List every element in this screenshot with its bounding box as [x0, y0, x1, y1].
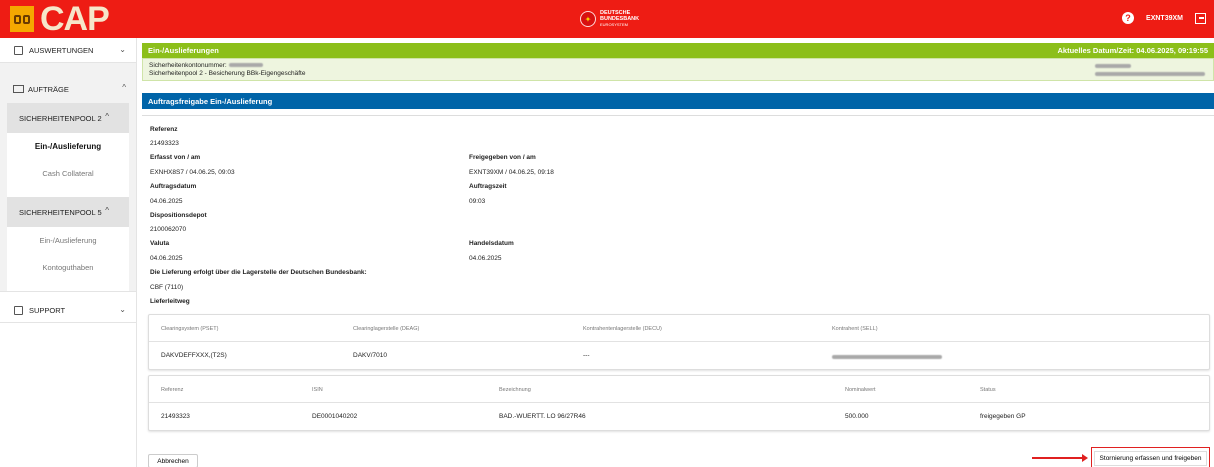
help-icon[interactable]: ?	[1122, 12, 1135, 24]
cap-logo-icon	[10, 6, 34, 32]
col-decu: Kontrahentenlagerstelle (DECU)	[583, 326, 662, 332]
lieferleitweg-label: Lieferleitweg	[150, 298, 190, 305]
col-isin: ISIN	[312, 387, 323, 393]
nav-auswertungen-label: AUSWERTUNGEN	[29, 45, 94, 55]
main-content: Ein-/Auslieferungen Aktuelles Datum/Zeit…	[142, 43, 1214, 467]
current-datetime: Aktuelles Datum/Zeit: 04.06.2025, 09:19:…	[1057, 46, 1209, 55]
col-deag: Clearinglagerstelle (DEAG)	[353, 326, 420, 332]
subsection-title: Auftragsfreigabe Ein-/Auslieferung	[148, 96, 273, 106]
cell-status: freigegeben GP	[980, 413, 1026, 420]
lieferung-label: Die Lieferung erfolgt über die Lagerstel…	[150, 269, 367, 276]
order-details: Referenz 21493323 Erfasst von / am EXNHX…	[142, 115, 1214, 435]
auftragsdatum-label: Auftragsdatum	[150, 183, 197, 190]
route-table: Clearingsystem (PSET) Clearinglagerstell…	[148, 314, 1210, 370]
col-nominalwert: Nominalwert	[845, 387, 876, 393]
section-header: Ein-/Auslieferungen Aktuelles Datum/Zeit…	[142, 43, 1214, 58]
table-row: 21493323 DE0001040202 BAD.-WUERTT. LO 96…	[149, 403, 1209, 430]
bank-line-3: EUROSYSTEM	[600, 22, 629, 27]
referenz-value: 21493323	[150, 140, 179, 147]
user-name: EXNT39XM	[1146, 14, 1183, 22]
pool-line: Sicherheitenpool 2 - Besicherung BBk-Eig…	[149, 70, 306, 77]
cell-bezeichnung: BAD.-WUERTT. LO 96/27R46	[499, 413, 586, 420]
erfasst-label: Erfasst von / am	[150, 154, 201, 161]
report-icon	[14, 45, 23, 55]
col-status: Status	[980, 387, 996, 393]
nav-pool-2-cash-collateral[interactable]: Cash Collateral	[7, 160, 129, 187]
col-referenz: Referenz	[161, 387, 184, 393]
chevron-up-icon: ^	[105, 206, 109, 215]
sidebar: AUSWERTUNGEN ⌄ AUFTRÄGE ^ SICHERHEITENPO…	[0, 38, 137, 467]
redacted-account	[228, 63, 263, 68]
lieferung-value: CBF (7110)	[150, 284, 184, 291]
depot-label: Dispositionsdepot	[150, 212, 207, 219]
submit-storno-label: Stornierung erfassen und freigeben	[1093, 450, 1208, 466]
cell-sell-redacted	[832, 354, 942, 361]
freigegeben-value: EXNT39XM / 04.06.25, 09:18	[469, 169, 554, 176]
nav-pool-2-ein-auslieferung[interactable]: Ein-/Auslieferung	[7, 133, 129, 160]
app-logo[interactable]: CAP	[10, 0, 110, 38]
auftragsdatum-value: 04.06.2025	[150, 198, 183, 205]
chevron-down-icon: ⌄	[119, 305, 126, 314]
cell-pset: DAKVDEFFXXX,(T2S)	[161, 352, 227, 359]
position-table: Referenz ISIN Bezeichnung Nominalwert St…	[148, 375, 1210, 431]
cell-referenz: 21493323	[161, 413, 190, 420]
nav-auftraege[interactable]: AUFTRÄGE ^	[7, 75, 129, 103]
cell-decu: ---	[583, 352, 590, 359]
orders-icon	[13, 85, 24, 93]
logout-icon[interactable]	[1195, 12, 1206, 24]
nav-pool-2-label: SICHERHEITENPOOL 2	[19, 113, 102, 123]
nav-auftraege-label: AUFTRÄGE	[28, 84, 69, 94]
valuta-value: 04.06.2025	[150, 255, 183, 262]
submit-storno-button[interactable]: Stornierung erfassen und freigeben	[1091, 447, 1210, 467]
bundesbank-logo: ✦ DEUTSCHE BUNDESBANK EUROSYSTEM	[580, 10, 639, 28]
table-row: DAKVDEFFXXX,(T2S) DAKV/7010 ---	[149, 342, 1209, 369]
erfasst-value: EXNHX8S7 / 04.06.25, 09:03	[150, 169, 235, 176]
cell-isin: DE0001040202	[312, 413, 358, 420]
nav-support[interactable]: SUPPORT ⌄	[0, 298, 136, 323]
annotation-arrow	[1032, 454, 1088, 462]
nav-pool-5-ein-auslieferung[interactable]: Ein-/Auslieferung	[7, 227, 129, 254]
cell-nominalwert: 500.000	[845, 413, 869, 420]
subsection-header: Auftragsfreigabe Ein-/Auslieferung	[142, 93, 1214, 109]
cell-deag: DAKV/7010	[353, 352, 387, 359]
nav-pool-5-label: SICHERHEITENPOOL 5	[19, 207, 102, 217]
nav-pool-2[interactable]: SICHERHEITENPOOL 2 ^	[7, 103, 129, 133]
redacted-institution	[1095, 63, 1205, 79]
eagle-icon: ✦	[580, 11, 596, 27]
col-sell: Kontrahent (SELL)	[832, 326, 878, 332]
nav-support-label: SUPPORT	[29, 305, 66, 315]
table-header-row: Referenz ISIN Bezeichnung Nominalwert St…	[149, 376, 1209, 403]
nav-pool-5-kontoguthaben[interactable]: Kontoguthaben	[7, 254, 129, 281]
nav-pool-5[interactable]: SICHERHEITENPOOL 5 ^	[7, 197, 129, 227]
account-info: Sicherheitenkontonummer: Sicherheitenpoo…	[142, 58, 1214, 81]
handelsdatum-value: 04.06.2025	[469, 255, 502, 262]
depot-value: 2100062070	[150, 226, 187, 233]
layers-icon	[14, 305, 23, 315]
section-title: Ein-/Auslieferungen	[148, 46, 219, 55]
app-name: CAP	[40, 0, 110, 38]
chevron-down-icon: ⌄	[119, 45, 126, 54]
user-area: ? EXNT39XM	[1122, 12, 1206, 24]
nav-auswertungen[interactable]: AUSWERTUNGEN ⌄	[0, 38, 136, 63]
account-label: Sicherheitenkontonummer:	[149, 62, 227, 69]
table-header-row: Clearingsystem (PSET) Clearinglagerstell…	[149, 315, 1209, 342]
chevron-up-icon: ^	[105, 112, 109, 121]
referenz-label: Referenz	[150, 126, 178, 133]
col-bezeichnung: Bezeichnung	[499, 387, 531, 393]
auftragszeit-value: 09:03	[469, 198, 486, 205]
chevron-up-icon: ^	[122, 83, 126, 92]
top-bar: CAP ✦ DEUTSCHE BUNDESBANK EUROSYSTEM ? E…	[0, 0, 1214, 38]
nav-group-auftraege: AUFTRÄGE ^ SICHERHEITENPOOL 2 ^ Ein-/Aus…	[0, 63, 136, 292]
col-pset: Clearingsystem (PSET)	[161, 326, 219, 332]
handelsdatum-label: Handelsdatum	[469, 240, 514, 247]
valuta-label: Valuta	[150, 240, 170, 247]
freigegeben-label: Freigegeben von / am	[469, 154, 536, 161]
cancel-button[interactable]: Abbrechen	[148, 454, 198, 467]
auftragszeit-label: Auftragszeit	[469, 183, 507, 190]
